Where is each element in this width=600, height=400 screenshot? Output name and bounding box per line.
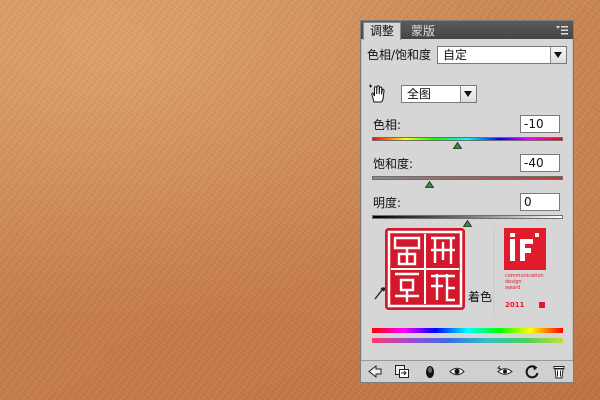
saturation-label: 饱和度: — [373, 157, 414, 171]
mask-visibility-icon[interactable] — [422, 364, 438, 379]
hand-target-icon[interactable] — [367, 83, 389, 105]
saturation-slider-track[interactable] — [372, 176, 563, 180]
tab-masks[interactable]: 蒙版 — [405, 23, 441, 39]
tab-adjustments[interactable]: 调整 — [363, 22, 402, 40]
preset-dropdown[interactable]: 自定 — [437, 46, 567, 64]
reset-icon[interactable] — [524, 364, 540, 379]
lightness-input[interactable]: 0 — [520, 193, 560, 211]
colorize-area: 着色 communication design award 2011 — [369, 224, 565, 332]
chevron-down-icon — [550, 47, 566, 63]
hue-slider-track[interactable] — [372, 137, 563, 141]
colorize-label: 着色 — [468, 290, 493, 304]
if-award-square — [539, 302, 545, 308]
view-previous-icon[interactable] — [497, 364, 513, 379]
channel-value: 全图 — [407, 87, 432, 101]
panel-menu-icon[interactable] — [555, 24, 569, 36]
clip-layer-icon[interactable] — [394, 364, 410, 379]
saturation-slider-thumb[interactable] — [424, 181, 434, 188]
seal-stamp-image — [385, 228, 465, 310]
if-award-year: 2011 — [505, 301, 525, 309]
chevron-down-icon — [460, 86, 476, 102]
back-arrow-icon[interactable] — [367, 364, 383, 379]
hue-label: 色相: — [373, 118, 402, 132]
channel-dropdown[interactable]: 全图 — [401, 85, 477, 103]
output-spectrum-bar — [372, 328, 563, 333]
if-award-line-3: award — [505, 285, 521, 291]
hue-slider-thumb[interactable] — [453, 142, 463, 149]
input-spectrum-bar — [372, 338, 563, 343]
lightness-slider-track[interactable] — [372, 215, 563, 219]
adjustment-type-label: 色相/饱和度 — [367, 48, 432, 62]
hue-input[interactable]: -10 — [520, 115, 560, 133]
if-award-logo: communication design award 2011 — [493, 228, 561, 316]
panel-bottom-toolbar — [361, 360, 573, 382]
preset-value: 自定 — [443, 48, 468, 62]
trash-icon[interactable] — [551, 364, 567, 379]
colorize-eyedropper-icon[interactable] — [374, 286, 386, 300]
saturation-input[interactable]: -40 — [520, 154, 560, 172]
panel-tabbar: 调整 蒙版 — [361, 21, 573, 40]
adjustments-panel: 调整 蒙版 色相/饱和度 自定 全图 色相: -10 饱和度: -40 明度: … — [360, 20, 574, 383]
lightness-label: 明度: — [373, 196, 402, 210]
eye-icon[interactable] — [449, 364, 465, 379]
